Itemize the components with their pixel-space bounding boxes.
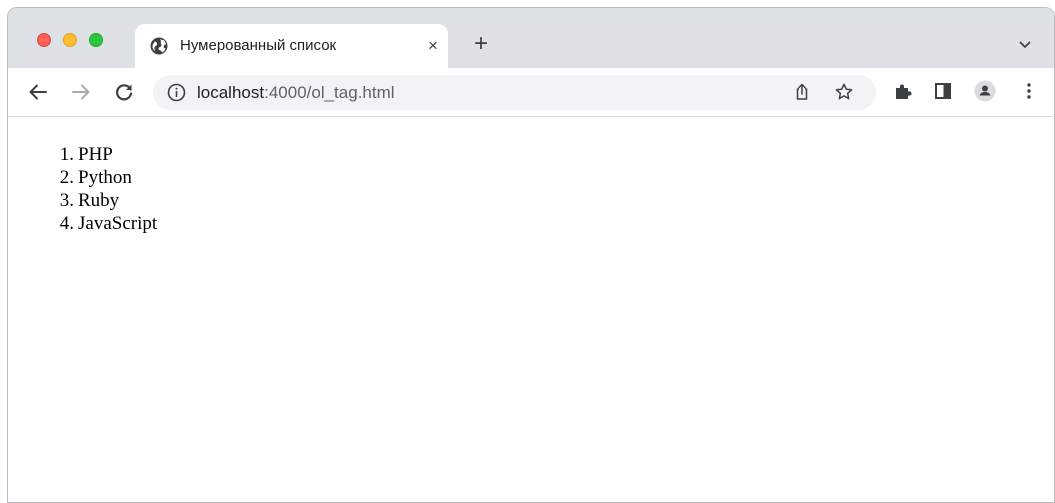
list-item-text: Ruby: [78, 190, 120, 211]
arrow-left-icon[interactable]: [26, 80, 50, 104]
close-window-button[interactable]: [37, 33, 51, 47]
ordered-list: 1. PHP 2. Python 3. Ruby 4. JavaScript: [52, 143, 157, 235]
list-item: 1. PHP: [52, 143, 157, 166]
toolbar: localhost:4000/ol_tag.html: [8, 68, 1054, 117]
url-text[interactable]: localhost:4000/ol_tag.html: [197, 83, 395, 102]
list-item-text: JavaScript: [78, 213, 158, 234]
profile-icon[interactable]: [974, 80, 996, 102]
url-path: :4000/ol_tag.html: [264, 83, 395, 102]
list-item-number: 2.: [59, 167, 74, 188]
list-item: 2. Python: [52, 166, 157, 189]
share-icon[interactable]: [792, 82, 812, 102]
url-host: localhost: [197, 83, 265, 102]
list-item-text: PHP: [78, 144, 113, 165]
tab-strip: Нумерованный список × +: [8, 8, 1054, 68]
list-item-number: 1.: [59, 144, 74, 165]
puzzle-icon[interactable]: [892, 80, 914, 102]
tab-close-button[interactable]: ×: [423, 36, 443, 56]
kebab-menu-icon[interactable]: [1018, 80, 1040, 102]
globe-icon: [150, 37, 168, 55]
star-icon[interactable]: [834, 82, 854, 102]
minimize-window-button[interactable]: [63, 33, 77, 47]
reload-icon[interactable]: [112, 80, 136, 104]
browser-window: Нумерованный список × + localhost:4000/o…: [7, 7, 1055, 503]
list-item: 4. JavaScript: [52, 212, 157, 235]
list-item-number: 4.: [59, 213, 74, 234]
arrow-right-icon[interactable]: [69, 80, 93, 104]
list-item: 3. Ruby: [52, 189, 157, 212]
side-panel-icon[interactable]: [932, 80, 954, 102]
address-bar[interactable]: localhost:4000/ol_tag.html: [153, 75, 876, 110]
list-item-text: Python: [78, 167, 132, 188]
zoom-window-button[interactable]: [89, 33, 103, 47]
page-content: 1. PHP 2. Python 3. Ruby 4. JavaScript: [8, 118, 1054, 502]
chevron-down-icon[interactable]: [1018, 38, 1032, 52]
new-tab-button[interactable]: +: [470, 32, 492, 56]
tab-active[interactable]: Нумерованный список ×: [135, 24, 448, 68]
list-item-number: 3.: [59, 190, 74, 211]
info-icon[interactable]: [167, 83, 186, 102]
tab-title: Нумерованный список: [180, 37, 337, 54]
